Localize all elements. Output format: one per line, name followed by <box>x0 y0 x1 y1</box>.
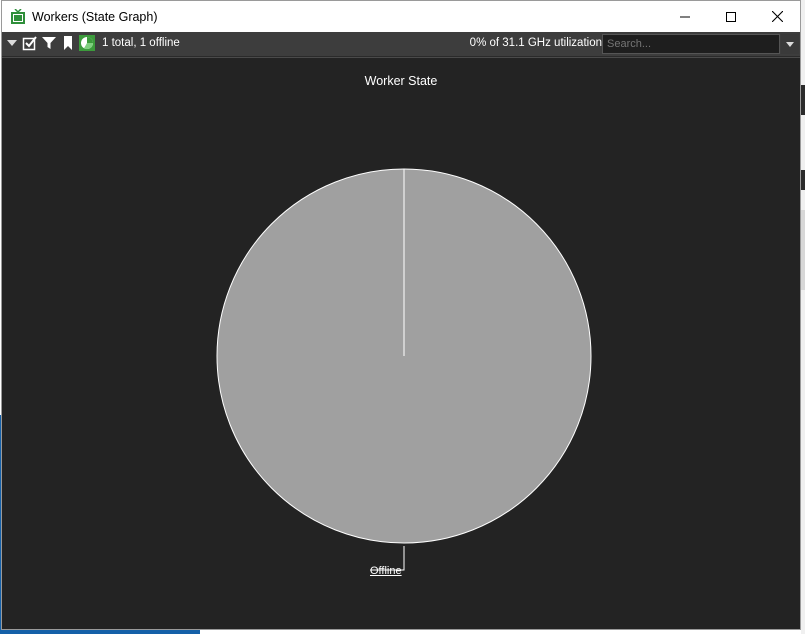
pie-chart <box>216 168 592 571</box>
app-icon <box>11 8 25 24</box>
minimize-icon <box>680 16 690 17</box>
state-graph-button[interactable] <box>79 35 95 51</box>
dropdown-icon <box>7 40 17 46</box>
select-button[interactable] <box>22 35 38 51</box>
pie-chart-icon <box>79 35 95 51</box>
chevron-down-icon <box>786 42 794 47</box>
minimize-button[interactable] <box>662 1 708 32</box>
maximize-icon <box>726 11 736 22</box>
worker-status-text: 1 total, 1 offline <box>102 37 180 49</box>
checkbox-icon <box>22 36 37 51</box>
search-dropdown-button[interactable] <box>781 34 799 54</box>
background-window-edge <box>801 0 805 634</box>
bookmark-icon <box>64 36 72 50</box>
filter-button[interactable] <box>41 35 57 51</box>
close-icon <box>771 11 783 22</box>
toolbar: 1 total, 1 offline 0% of 31.1 GHz utiliz… <box>2 32 800 57</box>
workers-window: Workers (State Graph) 1 total, 1 offline… <box>1 0 801 630</box>
bookmark-button[interactable] <box>60 35 76 51</box>
search-input[interactable] <box>602 34 780 54</box>
dropdown-button[interactable] <box>4 35 20 51</box>
title-bar[interactable]: Workers (State Graph) <box>2 1 800 32</box>
desktop-edge-bottom <box>0 630 200 634</box>
chart-area: Worker State Offline <box>2 57 800 629</box>
window-title: Workers (State Graph) <box>32 9 158 24</box>
maximize-button[interactable] <box>708 1 754 32</box>
slice-label-offline[interactable]: Offline <box>370 565 402 577</box>
filter-icon <box>42 37 56 49</box>
close-button[interactable] <box>754 1 800 32</box>
utilization-text: 0% of 31.1 GHz utilization <box>469 37 602 49</box>
